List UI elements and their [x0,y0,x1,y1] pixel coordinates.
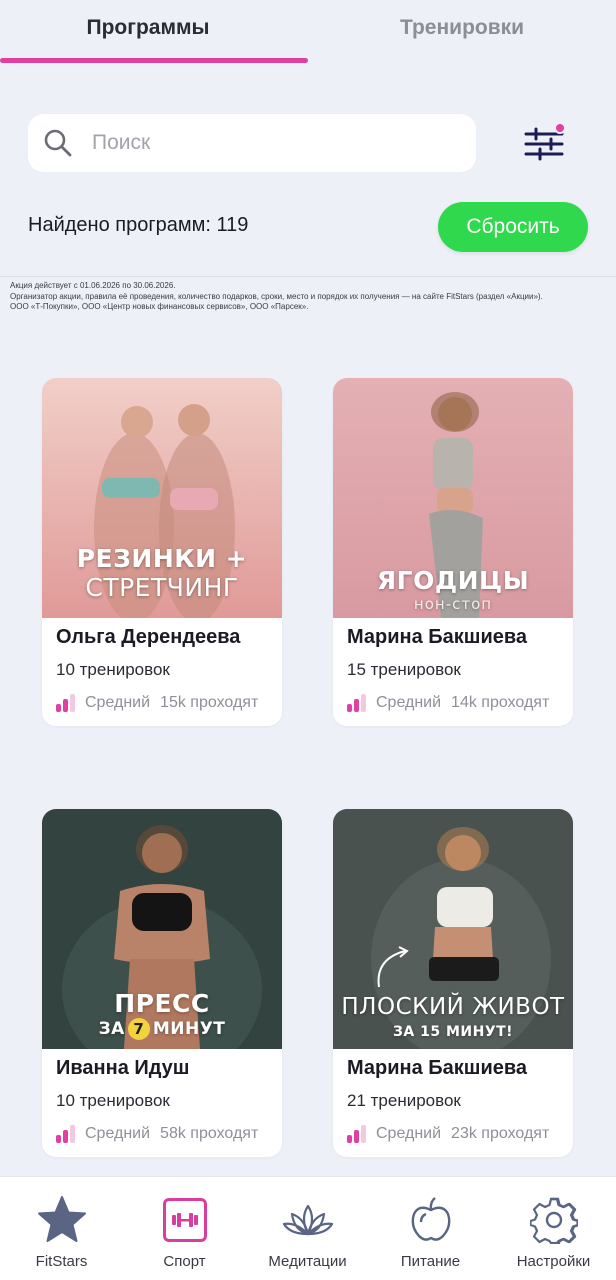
program-cover-image: ПЛОСКИЙ ЖИВОТ ЗА 15 МИНУТ! [333,809,573,1049]
divider [0,276,616,277]
cover-caption: ПЛОСКИЙ ЖИВОТ ЗА 15 МИНУТ! [341,994,565,1040]
nav-item-settings[interactable]: Настройки [492,1177,615,1280]
search-input[interactable] [92,131,432,155]
dumbbell-icon [162,1198,207,1242]
participants-count: 23k проходят [451,1125,550,1142]
star-icon [0,1193,123,1247]
workouts-count: 10 тренировок [56,660,170,679]
difficulty-level: Средний [85,694,151,711]
filter-button[interactable] [518,118,570,170]
gear-icon [492,1193,615,1247]
workouts-count: 10 тренировок [56,1091,170,1110]
program-meta: Средний 58k проходят [56,1123,258,1145]
level-bars-icon [347,694,368,712]
search-icon [42,127,74,159]
results-count: Найдено программ: 119 [28,214,249,236]
nav-item-meditation[interactable]: Медитации [246,1177,369,1280]
filter-active-dot [554,122,566,134]
trainer-name: Иванна Идуш [56,1057,190,1079]
participants-count: 15k проходят [160,694,259,711]
program-card[interactable]: ЯГОДИЦЫ нон-стоп Марина Бакшиева 15 трен… [333,378,573,726]
nav-label: FitStars [35,1253,88,1270]
reset-button[interactable]: Сбросить [438,202,588,252]
program-cover-image: ЯГОДИЦЫ нон-стоп [333,378,573,618]
program-meta: Средний 15k проходят [56,692,258,714]
active-tab-indicator [0,58,308,63]
difficulty-level: Средний [376,694,442,711]
nav-label: Настройки [516,1253,591,1270]
level-bars-icon [56,694,77,712]
search-bar[interactable] [28,114,476,172]
program-meta: Средний 14k проходят [347,692,549,714]
disclaimer-line: ООО «Т-Покупки», ООО «Центр новых финанс… [10,302,309,311]
program-cover-image: РЕЗИНКИ + СТРЕТЧИНГ [42,378,282,618]
participants-count: 14k проходят [451,694,550,711]
nav-item-fitstars[interactable]: FitStars [0,1177,123,1280]
trainer-name: Ольга Дерендеева [56,626,241,648]
disclaimer-line: Организатор акции, правила её проведения… [10,291,543,301]
apple-icon [369,1193,492,1247]
cover-caption: ЯГОДИЦЫ нон-стоп [376,566,530,613]
difficulty-level: Средний [376,1125,442,1142]
trainer-name: Марина Бакшиева [347,626,528,648]
program-cover-image: ПРЕСС ЗА 7 МИНУТ [42,809,282,1049]
program-meta: Средний 23k проходят [347,1123,549,1145]
program-card[interactable]: ПРЕСС ЗА 7 МИНУТ Иванна Идуш 10 тренировок… [42,809,282,1157]
cover-caption: ПРЕСС ЗА 7 МИНУТ [98,989,226,1040]
tab-bar: Программы Тренировки [0,0,616,66]
bottom-navigation: FitStars Спорт Медитации Питание Настрой… [0,1176,616,1280]
level-bars-icon [56,1125,77,1143]
nav-item-nutrition[interactable]: Питание [369,1177,492,1280]
workouts-count: 21 тренировок [347,1091,461,1110]
program-card[interactable]: РЕЗИНКИ + СТРЕТЧИНГ Ольга Дерендеева 10 … [42,378,282,726]
lotus-icon [246,1193,369,1247]
disclaimer-line: Акция действует с 01.06.2026 по 30.06.20… [10,281,176,290]
participants-count: 58k проходят [160,1125,259,1142]
program-card[interactable]: ПЛОСКИЙ ЖИВОТ ЗА 15 МИНУТ! Марина Бакшие… [333,809,573,1157]
tab-programs[interactable]: Программы [0,12,296,52]
nav-label: Спорт [163,1253,206,1270]
trainer-name: Марина Бакшиева [347,1057,528,1079]
nav-item-sport[interactable]: Спорт [123,1177,246,1280]
level-bars-icon [347,1125,368,1143]
promo-disclaimer: Акция действует с 01.06.2026 по 30.06.20… [10,281,610,313]
nav-label: Питание [400,1253,461,1270]
workouts-count: 15 тренировок [347,660,461,679]
difficulty-level: Средний [85,1125,151,1142]
cover-caption: РЕЗИНКИ + СТРЕТЧИНГ [76,544,248,602]
nav-label: Медитации [268,1253,347,1270]
tab-workouts[interactable]: Тренировки [308,12,616,52]
